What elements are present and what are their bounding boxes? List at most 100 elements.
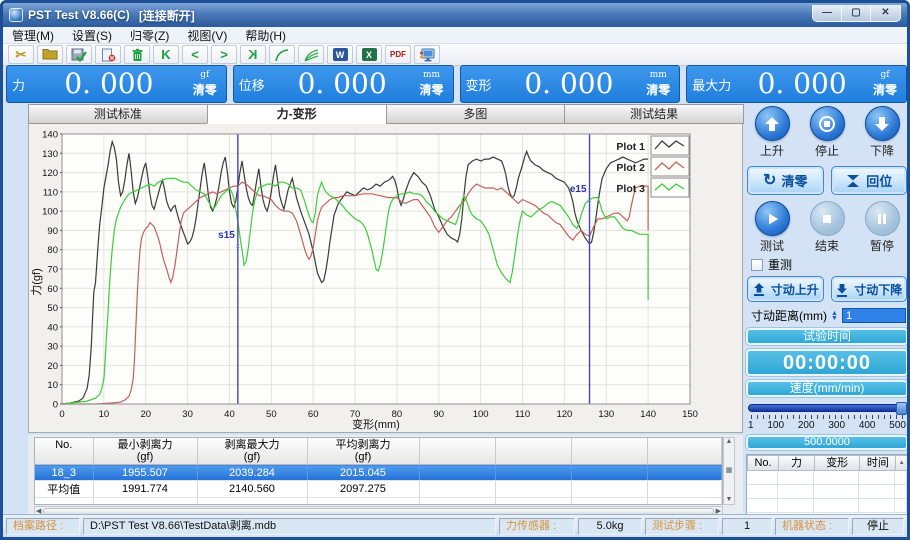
slider-tick	[751, 415, 752, 419]
test-pause-button[interactable]: 暂停	[857, 201, 907, 254]
spinner-down-icon[interactable]: ▼	[831, 316, 838, 321]
test-start-label: 测试	[747, 237, 797, 254]
zero-all-button[interactable]: ↻ 清零	[747, 166, 824, 195]
results-col-header[interactable]: 最小剥离力(gf)	[93, 438, 197, 465]
force-clear-button[interactable]: 清零	[193, 81, 217, 98]
curves-icon	[303, 48, 320, 62]
table-row[interactable]: 平均值1991.7742140.5602097.275	[35, 481, 722, 498]
test-start-button[interactable]: 测试	[747, 201, 797, 254]
jog-down-label: 下降	[857, 142, 907, 159]
chart-pane[interactable]: s15×e15× 0102030405060708090100110120130…	[28, 124, 743, 433]
legend-label: Plot 2	[616, 162, 645, 174]
force-deformation-chart[interactable]: s15×e15× 0102030405060708090100110120130…	[29, 124, 742, 431]
inch-up-button[interactable]: 寸动上升	[747, 276, 824, 302]
max-force-clear-button[interactable]: 清零	[873, 81, 897, 98]
save-record-button[interactable]	[66, 45, 92, 64]
point-cell	[859, 471, 895, 485]
open-file-button[interactable]	[37, 45, 63, 64]
close-button[interactable]: ✕	[871, 5, 900, 21]
chart-legend: Plot 1Plot 2Plot 3	[616, 136, 689, 197]
maximize-button[interactable]: ▢	[842, 5, 871, 21]
svg-text:140: 140	[640, 409, 656, 420]
point-col-header[interactable]: 时间	[859, 455, 896, 471]
menu-zero[interactable]: 归零(Z)	[121, 27, 178, 43]
folder-icon	[42, 48, 58, 61]
export-pdf-button[interactable]: PDF	[385, 45, 411, 64]
point-cell	[895, 471, 907, 485]
tab-force-deformation[interactable]: 力-变形	[207, 104, 387, 124]
slider-tick	[805, 415, 806, 419]
table-cell: 平均值	[35, 481, 93, 498]
menu-help[interactable]: 帮助(H)	[236, 27, 295, 43]
pause-icon	[873, 210, 891, 228]
results-col-header[interactable]	[495, 438, 571, 465]
inch-up-label: 寸动上升	[771, 281, 819, 298]
table-row[interactable]: 18_31955.5072039.2842015.045	[35, 465, 722, 481]
export-excel-button[interactable]: X	[356, 45, 382, 64]
menu-settings[interactable]: 设置(S)	[63, 27, 121, 43]
point-col-header[interactable]: 力	[778, 455, 815, 471]
speed-header: 速度(mm/min)	[746, 380, 908, 397]
slider-track[interactable]	[748, 404, 906, 412]
jog-down-button[interactable]: 下降	[857, 106, 907, 159]
slider-tick	[854, 415, 855, 419]
app-icon	[9, 8, 23, 22]
slider-tick	[872, 415, 873, 419]
slider-tick	[848, 415, 849, 419]
svg-text:80: 80	[47, 245, 58, 256]
menu-manage[interactable]: 管理(M)	[3, 27, 63, 43]
retest-checkbox[interactable]	[751, 259, 763, 271]
multi-curve-button[interactable]	[298, 45, 324, 64]
svg-text:110: 110	[515, 409, 530, 420]
table-row[interactable]	[35, 498, 722, 506]
prev-record-button[interactable]: <	[182, 45, 208, 64]
results-col-header[interactable]: No.	[35, 438, 93, 465]
clear-curve-button[interactable]	[124, 45, 150, 64]
menu-view[interactable]: 视图(V)	[178, 27, 236, 43]
slider-thumb[interactable]	[896, 402, 907, 415]
speed-slider[interactable]	[747, 402, 907, 415]
displacement-clear-button[interactable]: 清零	[419, 81, 443, 98]
table-cell	[307, 498, 419, 506]
inch-distance-input[interactable]: 1	[842, 308, 906, 323]
inch-up-icon	[752, 282, 766, 297]
point-col-header[interactable]: No.	[747, 455, 779, 471]
results-vertical-scrollbar[interactable]: ▲ ▦ ▼	[723, 437, 735, 505]
svg-text:0: 0	[53, 400, 58, 411]
tab-test-results[interactable]: 测试结果	[564, 104, 744, 124]
inch-distance-spinner[interactable]: ▲▼	[831, 311, 838, 321]
force-display: 力 0. 000 gf清零	[6, 65, 227, 103]
return-home-button[interactable]: 回位	[831, 166, 908, 195]
test-end-button[interactable]: 结束	[802, 201, 852, 254]
cut-button[interactable]: ✂	[8, 45, 34, 64]
device-monitor-button[interactable]	[414, 45, 440, 64]
tab-test-standard[interactable]: 测试标准	[28, 104, 208, 124]
delete-record-button[interactable]	[95, 45, 121, 64]
minimize-button[interactable]: —	[813, 5, 842, 21]
last-record-button[interactable]: K	[240, 45, 266, 64]
export-word-button[interactable]: W	[327, 45, 353, 64]
results-col-header[interactable]	[419, 438, 495, 465]
excel-icon: X	[362, 48, 377, 61]
tab-multi-plot[interactable]: 多图	[386, 104, 566, 124]
results-col-header[interactable]: 剥离最大力(gf)	[197, 438, 307, 465]
svg-text:60: 60	[308, 409, 319, 420]
point-cell	[747, 499, 778, 513]
point-col-header[interactable]: 变形	[814, 455, 861, 471]
next-record-button[interactable]: >	[211, 45, 237, 64]
deformation-clear-button[interactable]: 清零	[646, 81, 670, 98]
table-cell: 2097.275	[307, 481, 419, 498]
table-cell	[93, 498, 197, 506]
return-home-icon	[845, 173, 861, 189]
first-record-button[interactable]: K	[153, 45, 179, 64]
results-col-header[interactable]	[571, 438, 647, 465]
inch-down-button[interactable]: 寸动下降	[831, 276, 908, 302]
deformation-unit: mm	[650, 70, 667, 80]
motion-stop-button[interactable]: 停止	[802, 106, 852, 159]
single-curve-button[interactable]	[269, 45, 295, 64]
results-col-header[interactable]	[647, 438, 722, 465]
results-col-header[interactable]: 平均剥离力(gf)	[307, 438, 419, 465]
point-table-scroll-up[interactable]: ▴	[895, 455, 908, 471]
jog-up-button[interactable]: 上升	[747, 106, 797, 159]
save-check-icon	[71, 48, 87, 62]
